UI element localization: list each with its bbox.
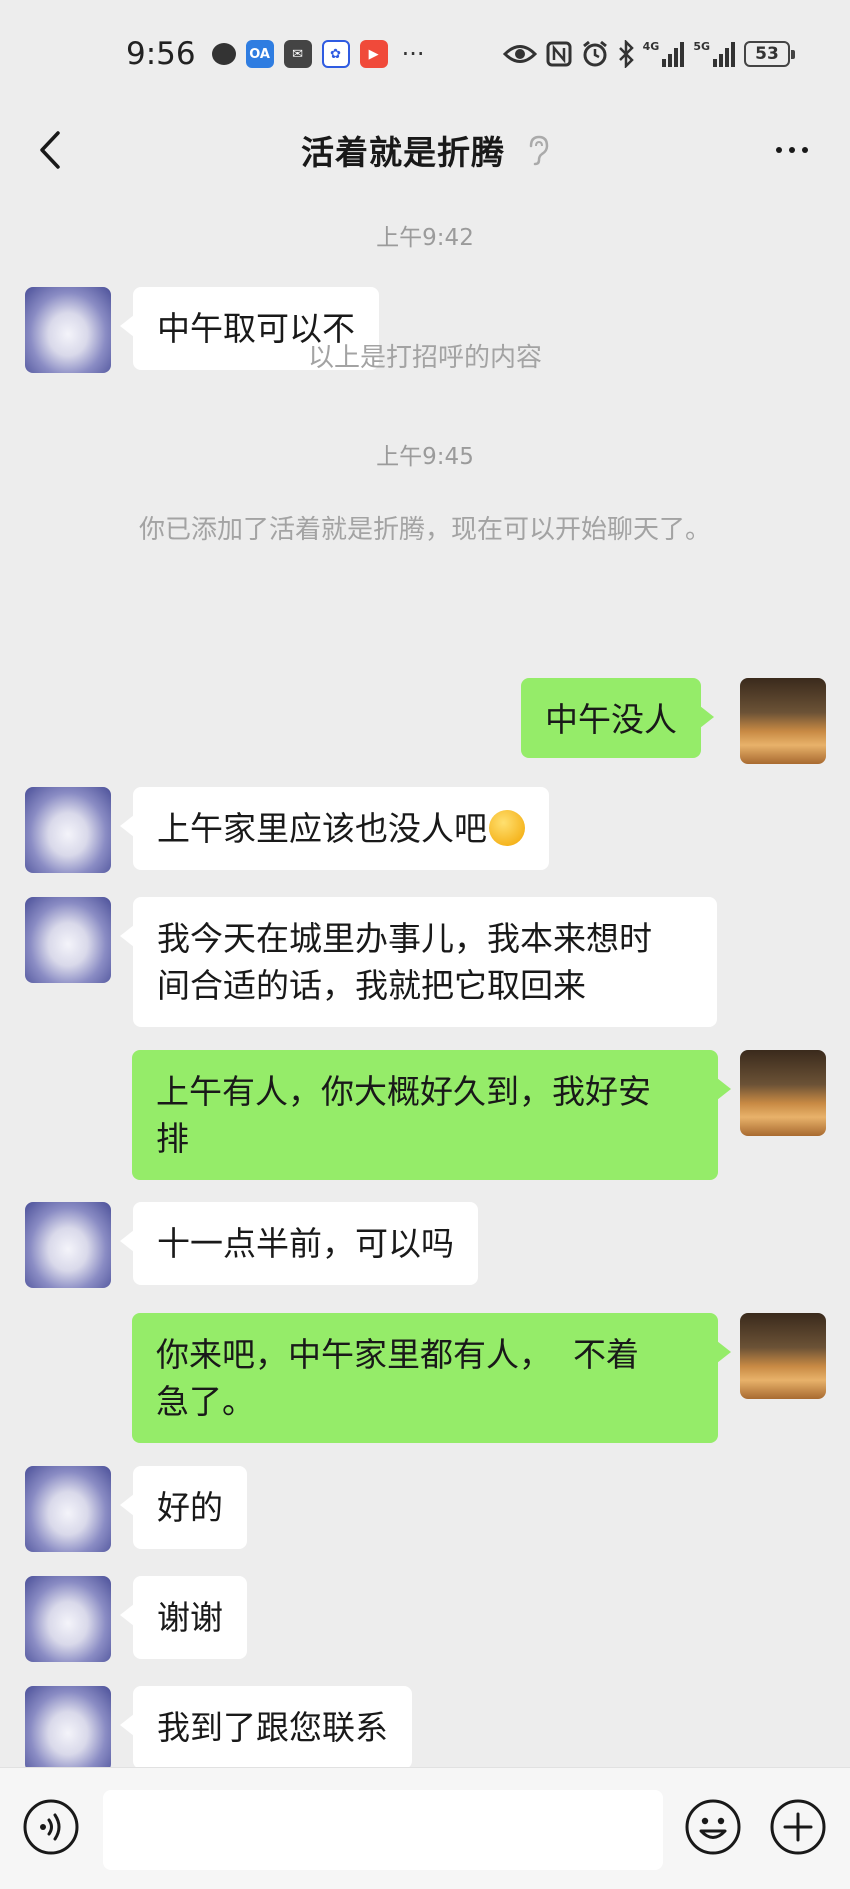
my-avatar[interactable] (740, 678, 826, 764)
signal-5g-icon: 5G (693, 41, 735, 67)
more-notifications-icon: ··· (401, 40, 425, 68)
alarm-icon (581, 40, 609, 68)
video-app-icon: ▶ (359, 40, 388, 68)
message-text: 十一点半前，可以吗 (157, 1224, 454, 1263)
message-bubble-incoming[interactable]: 谢谢 (120, 1576, 247, 1659)
nfc-icon (546, 41, 572, 67)
back-button[interactable] (28, 124, 72, 176)
baidu-app-icon: ✿ (321, 40, 350, 68)
time-label: 上午9:45 (376, 444, 474, 470)
my-avatar[interactable] (740, 1050, 826, 1136)
battery-level: 53 (755, 44, 779, 64)
input-bar (0, 1767, 850, 1889)
message-bubble-outgoing[interactable]: 上午有人，你大概好久到，我好安 排 (132, 1050, 731, 1180)
message-input[interactable] (103, 1790, 663, 1870)
system-note: 以上是打招呼的内容 (307, 343, 542, 373)
message-bubble-outgoing[interactable]: 中午没人 (521, 678, 714, 758)
status-bar: 9:56 OA ✉ ✿ ▶ ··· 4G 5G 53 (0, 0, 850, 108)
message-bubble-incoming[interactable]: 上午家里应该也没人吧 (120, 787, 549, 870)
contact-avatar[interactable] (25, 897, 111, 983)
plus-icon (770, 1799, 826, 1855)
eye-icon (502, 43, 537, 65)
status-time: 9:56 (126, 36, 196, 72)
status-right: 4G 5G 53 (502, 40, 795, 68)
more-functions-button[interactable] (769, 1798, 827, 1856)
thinking-emoji-icon (489, 810, 525, 846)
dot-icon (789, 147, 795, 153)
mail-app-icon: ✉ (283, 40, 312, 68)
signal-4g-icon: 4G (643, 41, 685, 67)
message-text-line: 你来吧，中午家里都有人， 不着 (156, 1335, 639, 1374)
message-notification-icon (211, 43, 236, 65)
message-bubble-incoming[interactable]: 十一点半前，可以吗 (120, 1202, 478, 1285)
oa-app-icon: OA (245, 40, 274, 68)
contact-avatar[interactable] (25, 1202, 111, 1288)
time-label: 上午9:42 (376, 225, 474, 251)
message-text-line: 我今天在城里办事儿，我本来想时 (157, 919, 652, 958)
message-bubble-outgoing[interactable]: 你来吧，中午家里都有人， 不着 急了。 (132, 1313, 731, 1443)
status-left: 9:56 OA ✉ ✿ ▶ ··· (126, 36, 425, 72)
chat-message-list[interactable]: 上午9:42 中午取可以不 以上是打招呼的内容 上午9:45 你已添加了活着就是… (0, 192, 850, 1767)
my-avatar[interactable] (740, 1313, 826, 1399)
contact-avatar[interactable] (25, 1466, 111, 1552)
voice-icon (23, 1799, 79, 1855)
ear-mute-icon (527, 134, 549, 166)
message-bubble-incoming[interactable]: 好的 (120, 1466, 247, 1549)
contact-avatar[interactable] (25, 787, 111, 873)
message-text: 谢谢 (157, 1598, 223, 1637)
chat-title: 活着就是折腾 (301, 133, 505, 172)
more-options-button[interactable] (764, 130, 820, 170)
contact-avatar[interactable] (25, 1576, 111, 1662)
message-text-line: 排 (156, 1119, 189, 1158)
chevron-left-icon (40, 131, 60, 169)
message-text-line: 间合适的话，我就把它取回来 (157, 966, 586, 1005)
message-text: 中午没人 (545, 700, 677, 739)
bluetooth-icon (618, 40, 634, 68)
smiley-icon (685, 1799, 741, 1855)
message-bubble-incoming[interactable]: 我今天在城里办事儿，我本来想时 间合适的话，我就把它取回来 (120, 897, 717, 1027)
contact-avatar[interactable] (25, 1686, 111, 1767)
emoji-button[interactable] (684, 1798, 742, 1856)
chat-header: 活着就是折腾 (0, 108, 850, 192)
message-text-line: 上午有人，你大概好久到，我好安 (156, 1072, 651, 1111)
message-text: 我到了跟您联系 (157, 1708, 388, 1747)
system-note: 你已添加了活着就是折腾，现在可以开始聊天了。 (138, 515, 711, 545)
message-text-line: 急了。 (156, 1382, 255, 1421)
dot-icon (802, 147, 808, 153)
voice-input-button[interactable] (22, 1798, 80, 1856)
message-text: 上午家里应该也没人吧 (157, 809, 487, 848)
message-bubble-incoming[interactable]: 我到了跟您联系 (120, 1686, 412, 1767)
dot-icon (776, 147, 782, 153)
message-text: 好的 (157, 1488, 223, 1527)
battery-icon: 53 (744, 41, 795, 67)
